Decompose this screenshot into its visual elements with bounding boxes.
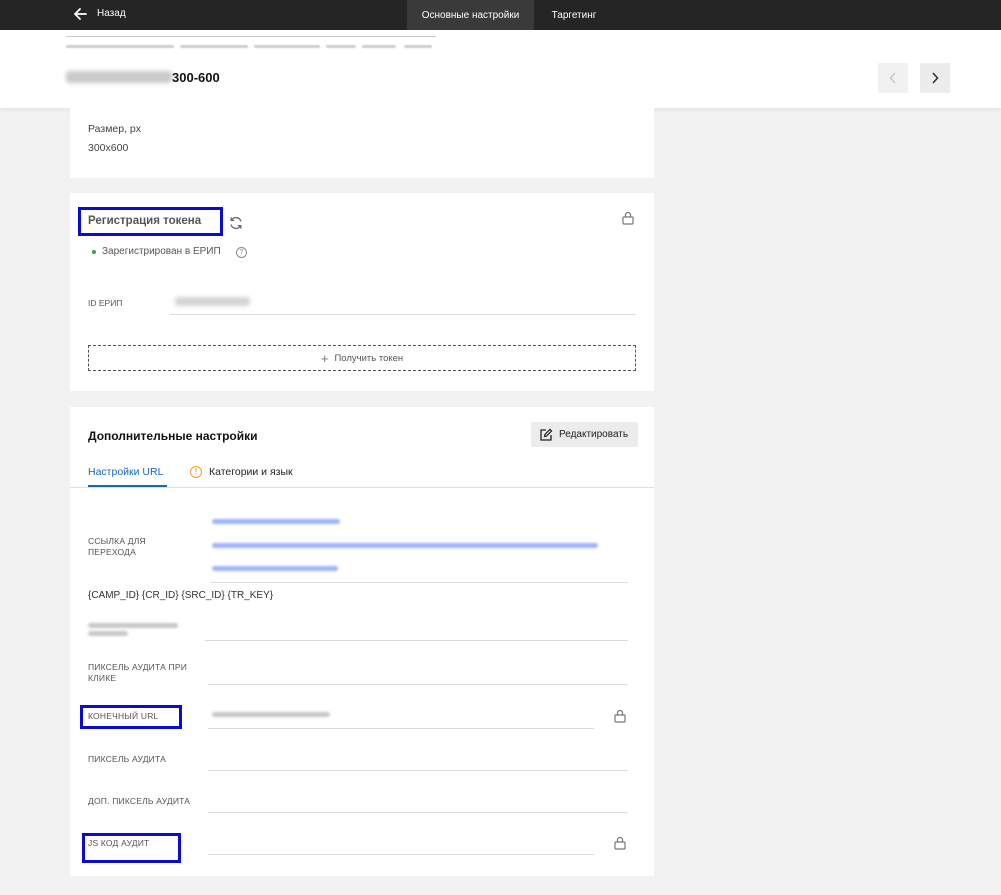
erip-id-label: ID ЕРИП [88,298,123,308]
tabs-divider [70,487,654,488]
lock-icon [614,709,626,723]
size-label: Размер, px [88,123,142,135]
link-label: ССЫЛКА ДЛЯ ПЕРЕХОДА [88,536,146,557]
redacted-label-2 [88,631,128,636]
erip-id-field-underline [170,314,636,315]
final-url-value-redacted [212,712,330,717]
page-title-redacted [66,71,172,83]
tab-url-settings[interactable]: Настройки URL [88,466,163,478]
extra-pixel-field[interactable] [208,812,628,813]
registration-status: Зарегистрирован в ЕРИП [102,246,221,257]
redacted-label [88,623,178,628]
chevron-right-icon [932,72,939,84]
js-code-field[interactable] [208,854,594,855]
size-value: 300x600 [88,142,129,154]
edit-label: Редактировать [559,429,629,440]
help-icon[interactable]: ? [236,247,247,258]
highlight-box [80,705,182,729]
extra-pixel-label: ДОП. ПИКСЕЛЬ АУДИТА [88,796,191,806]
redacted-field-underline [205,640,628,641]
get-token-button[interactable]: + Получить токен [88,345,636,371]
next-button[interactable] [920,63,950,93]
tab-targeting[interactable]: Таргетинг [534,0,614,30]
breadcrumb[interactable] [66,40,436,52]
macros-text: {CAMP_ID} {CR_ID} {SRC_ID} {TR_KEY} [88,590,274,601]
page-title: 300-600 [172,70,220,85]
edit-icon [540,428,553,441]
lock-icon [614,836,626,850]
arrow-left-icon[interactable] [72,6,88,22]
breadcrumb-divider [66,36,436,37]
warning-icon: ! [190,466,202,478]
tab-main-settings[interactable]: Основные настройки [407,0,534,30]
chevron-left-icon [889,72,896,84]
highlight-box [78,207,223,236]
link-field-underline [210,582,628,583]
highlight-box [82,833,181,863]
size-card [70,108,654,178]
edit-button[interactable]: Редактировать [531,422,638,447]
prev-button[interactable] [878,63,908,93]
extra-settings-title: Дополнительные настройки [88,429,258,443]
plus-icon: + [320,350,329,366]
get-token-label: Получить токен [334,352,404,364]
pixel-field[interactable] [208,770,628,771]
back-link[interactable]: Назад [97,8,126,19]
click-pixel-label: ПИКСЕЛЬ АУДИТА ПРИ КЛИКЕ [88,662,188,683]
final-url-field[interactable] [208,728,594,729]
lock-icon [622,211,634,225]
click-pixel-field[interactable] [208,684,628,685]
tab-categories-language[interactable]: Категории и язык [209,466,293,478]
refresh-icon[interactable] [228,215,244,231]
status-dot [92,250,96,254]
pixel-label: ПИКСЕЛЬ АУДИТА [88,754,166,764]
erip-id-value-redacted [175,297,250,306]
